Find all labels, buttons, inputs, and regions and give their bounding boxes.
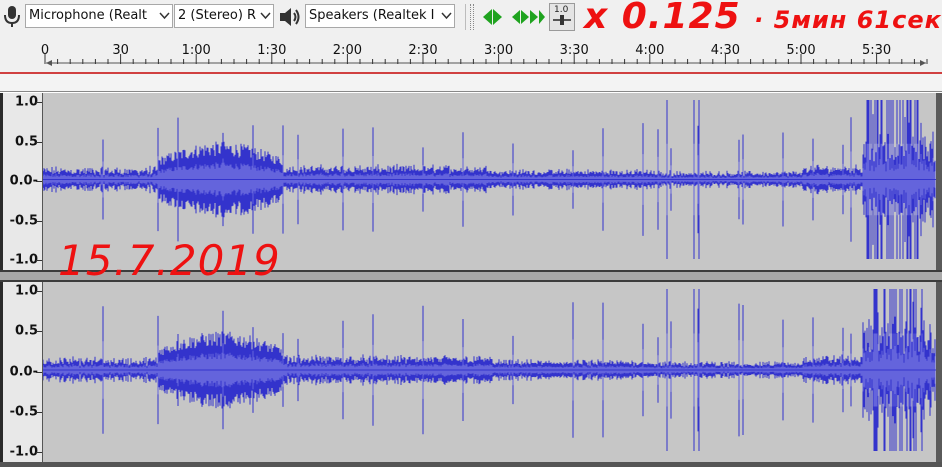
- timeline-tick-label: 30: [112, 43, 129, 58]
- scale-tick: [36, 291, 42, 292]
- recording-channels-select[interactable]: 2 (Stereo) R: [174, 4, 274, 28]
- handwritten-date-annotation: 15.7.2019: [58, 236, 281, 285]
- vertical-scale-ruler[interactable]: 1.0 0.5 0.0- -0.5 -1.0: [3, 93, 43, 270]
- scale-tick: [36, 452, 42, 453]
- timeline-tick-label: 5:30: [861, 43, 892, 58]
- recording-device-value: Microphone (Realt: [29, 8, 147, 23]
- timeline-tick-label: 1:30: [257, 43, 287, 58]
- timeline-tick-label: 2:00: [332, 43, 362, 58]
- toolbar-grip[interactable]: [470, 4, 474, 30]
- chevron-down-icon: [441, 12, 452, 20]
- recording-channels-value: 2 (Stereo) R: [178, 8, 257, 23]
- timeline-tick-label: 1:00: [181, 43, 211, 58]
- waveform-area[interactable]: [43, 282, 936, 462]
- track-right-edge: [936, 93, 942, 270]
- timeline-tick-label: 2:30: [408, 43, 438, 58]
- playback-device-select[interactable]: Speakers (Realtek I: [305, 4, 455, 28]
- track-right-edge: [936, 282, 942, 462]
- play-at-speed-icon[interactable]: [480, 6, 508, 28]
- scale-label: 1.0: [14, 94, 38, 110]
- timeline-tick-label: 4:30: [710, 43, 740, 58]
- track-area-top: [0, 74, 942, 92]
- chevron-down-icon: [159, 12, 170, 20]
- scale-label: -1.0: [9, 444, 38, 460]
- scale-label: 0.5: [14, 134, 38, 149]
- microphone-icon: [4, 6, 20, 27]
- timeline-tick-label: 3:30: [559, 43, 589, 58]
- speed-annotation-text: x 0.125: [584, 0, 741, 37]
- timeline-tick-label: 0: [40, 43, 50, 58]
- scale-tick: [36, 102, 42, 103]
- scale-label: -0.5: [9, 404, 38, 420]
- scale-label: 0.0-: [9, 173, 38, 189]
- playback-speed-value: 1.0: [554, 5, 569, 15]
- scale-tick: [36, 371, 42, 373]
- timeline-tick-label: 4:00: [635, 43, 665, 58]
- timeline-tick-label: 5:00: [786, 43, 816, 58]
- vertical-scale-ruler[interactable]: 1.0 0.5 0.0- -0.5 -1.0: [3, 282, 43, 462]
- scale-label: 0.0-: [9, 364, 38, 379]
- playback-speed-slider[interactable]: 1.0: [549, 3, 575, 31]
- tracks-bottom-border: [0, 462, 942, 467]
- recording-device-select[interactable]: Microphone (Realt: [25, 4, 173, 28]
- scale-tick: [36, 411, 42, 413]
- timeline-ruler[interactable]: 0 30 1:00 1:30 2:00 2:30 3:00 3:30 4:00 4:30 5:00 5…: [0, 34, 942, 74]
- scale-tick: [36, 331, 42, 333]
- toolbar-separator: [465, 4, 466, 30]
- scale-tick: [36, 141, 42, 143]
- playback-device-value: Speakers (Realtek I: [309, 8, 435, 23]
- scale-label: 0.5: [14, 323, 38, 339]
- speed-slider-thumb[interactable]: [560, 15, 564, 25]
- scale-label: -0.5: [9, 213, 38, 228]
- scale-tick: [36, 220, 42, 222]
- speaker-icon: [280, 8, 300, 26]
- timeline-tick-label: 3:00: [483, 43, 514, 58]
- handwritten-speed-annotation: x 0.125 · 5мин 61сек: [584, 0, 942, 37]
- waveform: [43, 289, 936, 451]
- audio-track-right-channel[interactable]: 1.0 0.5 0.0- -0.5 -1.0: [0, 282, 942, 462]
- scale-tick: [36, 260, 42, 261]
- scale-tick: [36, 181, 42, 182]
- scale-label: 1.0: [14, 283, 38, 299]
- scale-label: -1.0: [9, 252, 38, 268]
- play-at-speed-cut-preview-icon[interactable]: [510, 6, 546, 28]
- duration-annotation-text: · 5мин 61сек: [754, 6, 942, 34]
- chevron-down-icon: [260, 12, 271, 20]
